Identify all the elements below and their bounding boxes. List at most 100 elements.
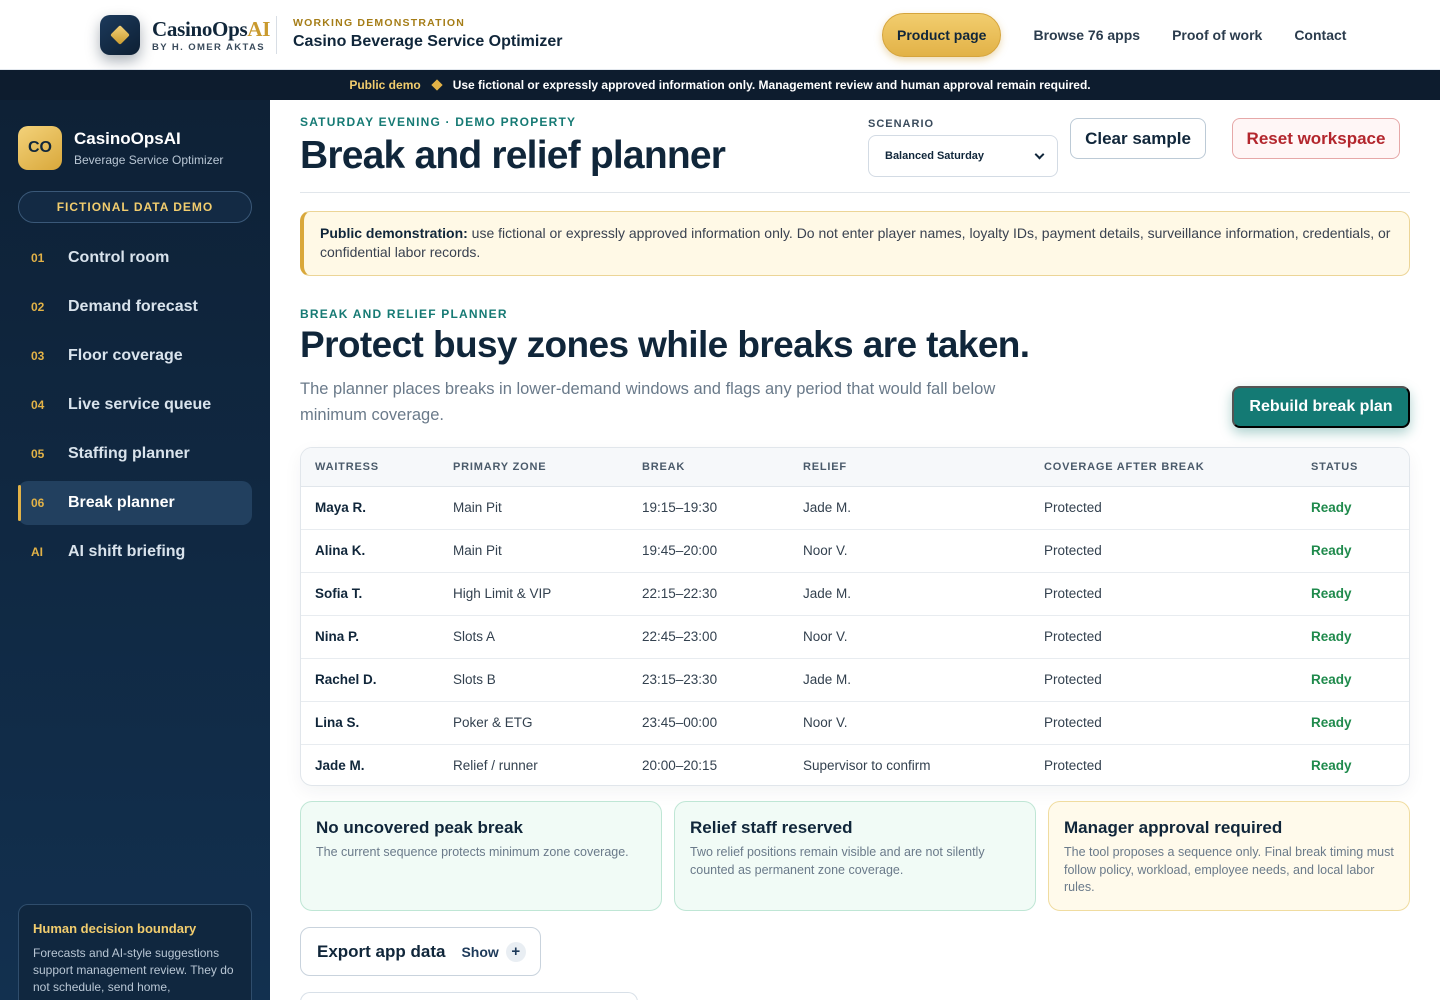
table-row[interactable]: Nina P. Slots A 22:45–23:00 Noor V. Prot… (301, 615, 1409, 659)
sidebar-item-label: Live service queue (68, 396, 212, 413)
sidebar-item-live-service-queue[interactable]: 04 Live service queue (18, 383, 252, 427)
reset-workspace-button[interactable]: Reset workspace (1232, 118, 1400, 159)
public-demo-alert: Public demonstration: use fictional or e… (300, 211, 1410, 276)
cell-break: 19:45–20:00 (628, 529, 789, 573)
export-title: Export app data (317, 941, 446, 961)
sidebar-item-ai-shift-briefing[interactable]: AI AI shift briefing (18, 530, 252, 574)
product-page-button[interactable]: Product page (882, 13, 1002, 57)
app-kicker: WORKING DEMONSTRATION (293, 17, 465, 29)
status-badge: Ready (1297, 529, 1409, 573)
table-head: WAITRESS PRIMARY ZONE BREAK RELIEF COVER… (301, 448, 1409, 487)
plus-icon: + (505, 941, 526, 962)
col-relief: RELIEF (789, 448, 1030, 487)
sidebar-item-number: 03 (31, 349, 45, 363)
table-row[interactable]: Jade M. Relief / runner 20:00–20:15 Supe… (301, 744, 1409, 785)
col-primary-zone: PRIMARY ZONE (439, 448, 628, 487)
table-row[interactable]: Sofia T. High Limit & VIP 22:15–22:30 Ja… (301, 572, 1409, 616)
table-row[interactable]: Maya R. Main Pit 19:15–19:30 Jade M. Pro… (301, 486, 1409, 530)
status-badge: Ready (1297, 658, 1409, 702)
break-table: WAITRESS PRIMARY ZONE BREAK RELIEF COVER… (301, 448, 1409, 785)
rebuild-break-plan-button[interactable]: Rebuild break plan (1232, 386, 1410, 428)
sidebar-item-control-room[interactable]: 01 Control room (18, 236, 252, 280)
cell-waitress: Jade M. (315, 758, 365, 774)
status-badge: Ready (1297, 486, 1409, 530)
cell-relief: Noor V. (789, 701, 1030, 745)
sidebar: CO CasinoOpsAI Beverage Service Optimize… (0, 100, 270, 1000)
status-badge: Ready (1297, 701, 1409, 745)
cell-waitress: Alina K. (301, 529, 439, 573)
table-row[interactable]: Rachel D. Slots B 23:15–23:30 Jade M. Pr… (301, 658, 1409, 702)
sidebar-item-label: Control room (68, 249, 170, 266)
cell-zone: High Limit & VIP (439, 572, 628, 616)
brand-byline: BY H. OMER AKTAS (152, 41, 266, 53)
export-app-data-toggle[interactable]: Export app data Show + (300, 927, 541, 976)
banner-tag: Public demo (349, 78, 421, 92)
sidebar-item-number: 01 (31, 251, 45, 265)
sidebar-brand-name: CasinoOpsAI (74, 129, 181, 148)
sidebar-item-break-planner[interactable]: 06 Break planner (18, 481, 252, 525)
public-demo-banner: Public demo Use fictional or expressly a… (0, 70, 1440, 100)
next-panel (300, 992, 638, 1000)
col-coverage: COVERAGE AFTER BREAK (1030, 448, 1297, 487)
top-nav: Product page Browse 76 apps Proof of wor… (882, 13, 1346, 57)
chevron-down-icon (1034, 149, 1045, 159)
scenario-select[interactable]: Balanced Saturday (868, 135, 1058, 177)
app-info: WORKING DEMONSTRATION Casino Beverage Se… (293, 17, 562, 51)
sidebar-item-demand-forecast[interactable]: 02 Demand forecast (18, 285, 252, 329)
card-relief-staff-reserved: Relief staff reserved Two relief positio… (674, 801, 1036, 911)
cell-relief: Noor V. (789, 529, 1030, 573)
table-row[interactable]: Lina S. Poker & ETG 23:45–00:00 Noor V. … (301, 701, 1409, 745)
alert-lead: Public demonstration: (320, 225, 468, 241)
break-plan-table: WAITRESS PRIMARY ZONE BREAK RELIEF COVER… (300, 447, 1410, 786)
summary-cards: No uncovered peak break The current sequ… (300, 801, 1410, 911)
brand-text: CasinoOpsAI BY H. OMER AKTAS (152, 18, 270, 53)
top-header: CasinoOpsAI BY H. OMER AKTAS WORKING DEM… (0, 0, 1440, 70)
card-title: Relief staff reserved (690, 818, 853, 837)
cell-relief: Noor V. (789, 615, 1030, 659)
cell-coverage: Protected (1030, 572, 1297, 616)
nav-proof-of-work[interactable]: Proof of work (1172, 27, 1262, 43)
cell-relief: Supervisor to confirm (803, 758, 931, 774)
scenario-value: Balanced Saturday (885, 150, 985, 162)
brand-logo[interactable]: CasinoOpsAI BY H. OMER AKTAS (100, 15, 270, 55)
cell-break: 19:15–19:30 (628, 486, 789, 530)
fictional-data-badge: FICTIONAL DATA DEMO (18, 191, 252, 223)
sidebar-item-number: 05 (31, 447, 45, 461)
card-text: The tool proposes a sequence only. Final… (1064, 845, 1394, 894)
cell-zone: Main Pit (439, 486, 628, 530)
export-show-button[interactable]: Show (461, 944, 498, 960)
brand-name-ai: AI (247, 16, 271, 41)
sidebar-item-number: 02 (31, 300, 45, 314)
cell-waitress: Maya R. (301, 486, 439, 530)
sidebar-nav: 01 Control room 02 Demand forecast 03 Fl… (18, 236, 252, 579)
sidebar-item-floor-coverage[interactable]: 03 Floor coverage (18, 334, 252, 378)
sidebar-brand: CO CasinoOpsAI Beverage Service Optimize… (18, 126, 223, 170)
card-title: Manager approval required (1064, 818, 1283, 837)
sidebar-item-number: 04 (31, 398, 45, 412)
card-no-uncovered-peak: No uncovered peak break The current sequ… (300, 801, 662, 911)
sidebar-item-number: AI (31, 545, 43, 559)
section-title: Protect busy zones while breaks are take… (300, 324, 1030, 365)
cell-coverage: Protected (1030, 615, 1297, 659)
col-status: STATUS (1297, 448, 1409, 487)
header-divider (276, 16, 277, 54)
divider (300, 192, 1410, 193)
nav-browse-apps[interactable]: Browse 76 apps (1033, 27, 1140, 43)
alert-text: use fictional or expressly approved info… (320, 225, 1391, 260)
page-kicker: SATURDAY EVENING · DEMO PROPERTY (300, 115, 577, 129)
cell-relief: Jade M. (789, 572, 1030, 616)
banner-text: Use fictional or expressly approved info… (452, 78, 1091, 92)
sidebar-item-number: 06 (31, 496, 45, 510)
cell-waitress: Nina P. (301, 615, 439, 659)
sidebar-item-label: Demand forecast (68, 298, 198, 315)
sidebar-item-staffing-planner[interactable]: 05 Staffing planner (18, 432, 252, 476)
table-row[interactable]: Alina K. Main Pit 19:45–20:00 Noor V. Pr… (301, 529, 1409, 573)
clear-sample-button[interactable]: Clear sample (1070, 118, 1206, 159)
status-badge: Ready (1297, 615, 1409, 659)
table-header-row: WAITRESS PRIMARY ZONE BREAK RELIEF COVER… (301, 448, 1409, 487)
cell-waitress: Lina S. (301, 701, 439, 745)
human-decision-title: Human decision boundary (33, 921, 197, 936)
section-kicker: BREAK AND RELIEF PLANNER (300, 307, 508, 321)
nav-contact[interactable]: Contact (1294, 27, 1346, 43)
col-waitress: WAITRESS (301, 448, 439, 487)
